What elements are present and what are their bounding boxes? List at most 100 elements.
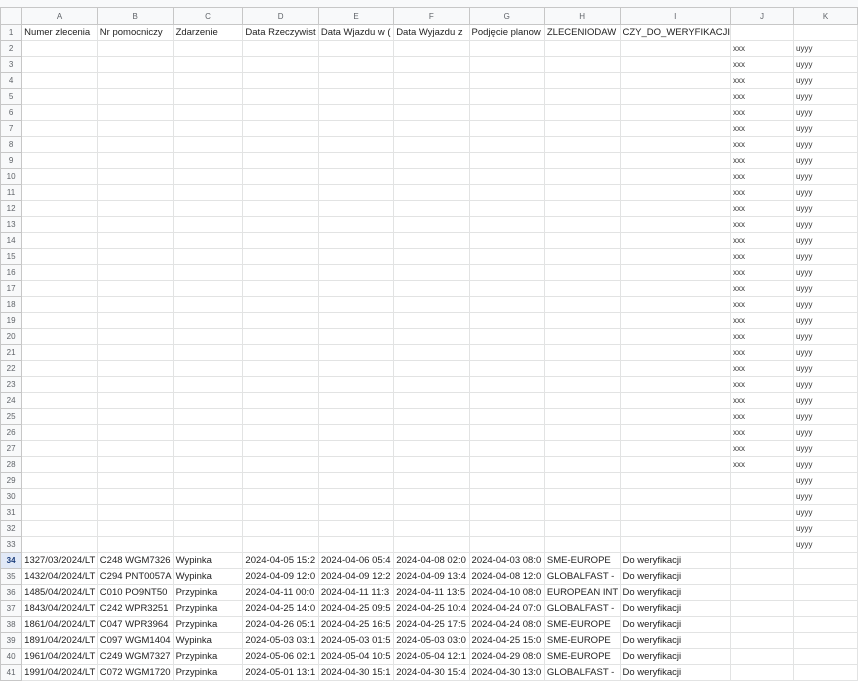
cell-c[interactable] [172,472,244,489]
cell-e[interactable] [317,248,395,265]
row-header[interactable]: 3 [0,56,23,73]
cell-h[interactable] [543,232,621,249]
cell-k[interactable]: uyyy [793,440,858,457]
cell-h[interactable]: ZLECENIODAW [543,24,621,41]
cell-e[interactable]: Data Wjazdu w ( [317,24,395,41]
cell-c[interactable]: Wypinka [172,568,244,585]
cell-i[interactable] [619,280,732,297]
cell-i[interactable] [619,488,732,505]
cell-d[interactable] [242,488,319,505]
cell-k[interactable]: uyyy [793,408,858,425]
cell-h[interactable] [543,440,621,457]
cell-i[interactable] [619,184,732,201]
cell-e[interactable] [317,408,395,425]
cell-h[interactable] [543,504,621,521]
cell-d[interactable] [242,520,319,537]
row-header[interactable]: 4 [0,72,23,89]
cell-k[interactable]: uyyy [793,344,858,361]
row-header[interactable]: 30 [0,488,23,505]
cell-b[interactable] [96,56,174,73]
cell-i[interactable] [619,472,732,489]
cell-i[interactable] [619,264,732,281]
cell-d[interactable] [242,376,319,393]
cell-i[interactable] [619,88,732,105]
cell-h[interactable] [543,392,621,409]
cell-j[interactable] [730,568,795,585]
cell-h[interactable] [543,72,621,89]
cell-b[interactable]: C242 WPR3251 [96,600,174,617]
cell-h[interactable] [543,168,621,185]
cell-c[interactable] [172,232,244,249]
cell-e[interactable] [317,232,395,249]
spreadsheet-grid[interactable]: ABCDEFGHIJK 1 Numer zlecenia Nr pomocniczy… [0,7,858,681]
cell-c[interactable] [172,200,244,217]
cell-i[interactable] [619,216,732,233]
cell-b[interactable] [96,456,174,473]
cell-d[interactable]: 2024-05-06 02:1 [242,648,319,665]
cell-h[interactable] [543,296,621,313]
cell-e[interactable] [317,472,395,489]
cell-h[interactable] [543,136,621,153]
row-header[interactable]: 5 [0,88,23,105]
cell-a[interactable] [21,296,98,313]
cell-b[interactable] [96,184,174,201]
cell-c[interactable]: Wypinka [172,552,244,569]
cell-k[interactable] [793,584,858,601]
cell-i[interactable] [619,104,732,121]
cell-b[interactable] [96,376,174,393]
cell-i[interactable] [619,248,732,265]
cell-j[interactable]: xxx [730,232,795,249]
cell-e[interactable]: 2024-04-09 12:2 [317,568,395,585]
cell-g[interactable] [468,312,545,329]
row-header[interactable]: 7 [0,120,23,137]
cell-j[interactable] [730,584,795,601]
cell-j[interactable]: xxx [730,344,795,361]
cell-d[interactable] [242,344,319,361]
cell-i[interactable] [619,440,732,457]
cell-g[interactable] [468,392,545,409]
cell-j[interactable] [730,664,795,681]
cell-j[interactable]: xxx [730,440,795,457]
cell-f[interactable] [393,440,470,457]
cell-g[interactable]: 2024-04-30 13:0 [468,664,545,681]
cell-f[interactable] [393,72,470,89]
cell-b[interactable] [96,360,174,377]
cell-k[interactable]: uyyy [793,88,858,105]
cell-f[interactable]: 2024-04-11 13:5 [393,584,470,601]
row-header[interactable]: 21 [0,344,23,361]
cell-b[interactable] [96,120,174,137]
cell-b[interactable] [96,40,174,57]
cell-h[interactable] [543,88,621,105]
cell-g[interactable]: 2024-04-03 08:0 [468,552,545,569]
cell-c[interactable] [172,72,244,89]
cell-j[interactable]: xxx [730,360,795,377]
cell-d[interactable] [242,456,319,473]
cell-c[interactable] [172,328,244,345]
cell-i[interactable]: CZY_DO_WERYFIKACJI [619,24,732,41]
cell-b[interactable] [96,472,174,489]
cell-b[interactable] [96,408,174,425]
cell-c[interactable]: Przypinka [172,664,244,681]
cell-f[interactable] [393,120,470,137]
cell-c[interactable]: Przypinka [172,600,244,617]
cell-f[interactable] [393,168,470,185]
cell-h[interactable]: SME-EUROPE [543,632,621,649]
cell-g[interactable]: 2024-04-10 08:0 [468,584,545,601]
cell-b[interactable] [96,232,174,249]
cell-c[interactable] [172,536,244,553]
cell-f[interactable] [393,296,470,313]
cell-j[interactable]: xxx [730,120,795,137]
cell-f[interactable] [393,520,470,537]
cell-d[interactable] [242,168,319,185]
row-header[interactable]: 36 [0,584,23,601]
column-header-a[interactable]: A [21,7,98,25]
cell-d[interactable] [242,120,319,137]
cell-f[interactable] [393,328,470,345]
cell-h[interactable] [543,120,621,137]
cell-j[interactable] [730,520,795,537]
cell-g[interactable] [468,408,545,425]
row-header[interactable]: 33 [0,536,23,553]
cell-e[interactable] [317,120,395,137]
cell-i[interactable]: Do weryfikacji [619,552,732,569]
cell-c[interactable] [172,136,244,153]
